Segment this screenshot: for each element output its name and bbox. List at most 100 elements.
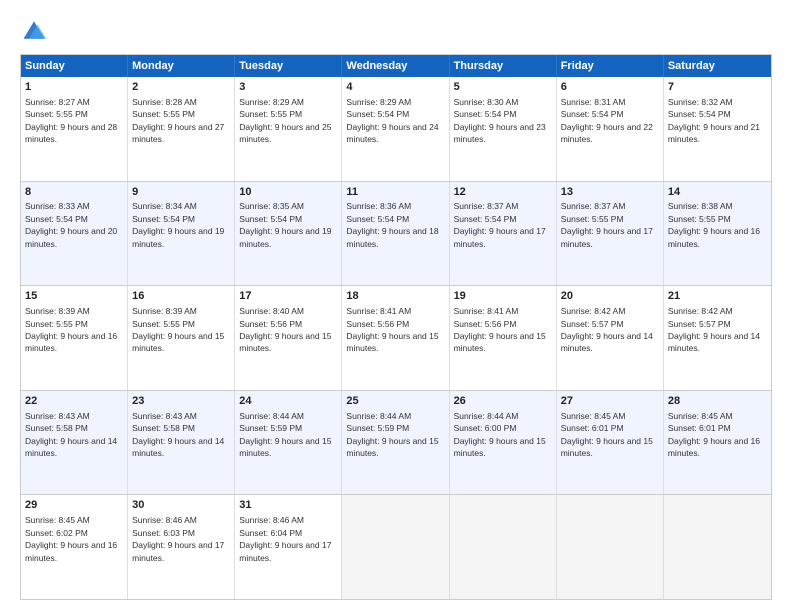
- day-number: 31: [239, 498, 337, 513]
- sunset-text: Sunset: 5:59 PM: [346, 423, 409, 433]
- daylight-text: Daylight: 9 hours and 21 minutes.: [668, 122, 760, 144]
- day-number: 4: [346, 80, 444, 95]
- sunrise-text: Sunrise: 8:42 AM: [668, 306, 733, 316]
- sunset-text: Sunset: 5:55 PM: [25, 319, 88, 329]
- sunset-text: Sunset: 5:57 PM: [668, 319, 731, 329]
- sunrise-text: Sunrise: 8:31 AM: [561, 97, 626, 107]
- header-day-thursday: Thursday: [450, 55, 557, 77]
- header-day-monday: Monday: [128, 55, 235, 77]
- sunrise-text: Sunrise: 8:38 AM: [668, 201, 733, 211]
- day-number: 15: [25, 289, 123, 304]
- daylight-text: Daylight: 9 hours and 17 minutes.: [561, 226, 653, 248]
- sunrise-text: Sunrise: 8:32 AM: [668, 97, 733, 107]
- sunrise-text: Sunrise: 8:45 AM: [561, 411, 626, 421]
- day-cell: 10 Sunrise: 8:35 AM Sunset: 5:54 PM Dayl…: [235, 182, 342, 286]
- sunrise-text: Sunrise: 8:46 AM: [132, 515, 197, 525]
- day-number: 13: [561, 185, 659, 200]
- sunrise-text: Sunrise: 8:39 AM: [25, 306, 90, 316]
- sunrise-text: Sunrise: 8:45 AM: [668, 411, 733, 421]
- daylight-text: Daylight: 9 hours and 19 minutes.: [132, 226, 224, 248]
- empty-cell: [342, 495, 449, 599]
- sunset-text: Sunset: 5:55 PM: [668, 214, 731, 224]
- sunset-text: Sunset: 5:54 PM: [346, 109, 409, 119]
- day-number: 21: [668, 289, 767, 304]
- daylight-text: Daylight: 9 hours and 25 minutes.: [239, 122, 331, 144]
- sunrise-text: Sunrise: 8:45 AM: [25, 515, 90, 525]
- daylight-text: Daylight: 9 hours and 16 minutes.: [25, 331, 117, 353]
- day-number: 24: [239, 394, 337, 409]
- daylight-text: Daylight: 9 hours and 27 minutes.: [132, 122, 224, 144]
- day-number: 9: [132, 185, 230, 200]
- day-cell: 26 Sunrise: 8:44 AM Sunset: 6:00 PM Dayl…: [450, 391, 557, 495]
- sunset-text: Sunset: 5:55 PM: [561, 214, 624, 224]
- sunrise-text: Sunrise: 8:44 AM: [346, 411, 411, 421]
- logo: [20, 16, 52, 44]
- sunset-text: Sunset: 5:54 PM: [454, 214, 517, 224]
- sunrise-text: Sunrise: 8:37 AM: [454, 201, 519, 211]
- day-cell: 9 Sunrise: 8:34 AM Sunset: 5:54 PM Dayli…: [128, 182, 235, 286]
- page: SundayMondayTuesdayWednesdayThursdayFrid…: [0, 0, 792, 612]
- day-number: 12: [454, 185, 552, 200]
- sunrise-text: Sunrise: 8:44 AM: [239, 411, 304, 421]
- sunrise-text: Sunrise: 8:27 AM: [25, 97, 90, 107]
- day-cell: 1 Sunrise: 8:27 AM Sunset: 5:55 PM Dayli…: [21, 77, 128, 181]
- day-cell: 13 Sunrise: 8:37 AM Sunset: 5:55 PM Dayl…: [557, 182, 664, 286]
- sunset-text: Sunset: 5:55 PM: [132, 109, 195, 119]
- daylight-text: Daylight: 9 hours and 14 minutes.: [668, 331, 760, 353]
- day-cell: 8 Sunrise: 8:33 AM Sunset: 5:54 PM Dayli…: [21, 182, 128, 286]
- day-number: 19: [454, 289, 552, 304]
- header-day-tuesday: Tuesday: [235, 55, 342, 77]
- day-number: 17: [239, 289, 337, 304]
- empty-cell: [557, 495, 664, 599]
- day-number: 3: [239, 80, 337, 95]
- header-day-friday: Friday: [557, 55, 664, 77]
- daylight-text: Daylight: 9 hours and 23 minutes.: [454, 122, 546, 144]
- sunset-text: Sunset: 5:55 PM: [239, 109, 302, 119]
- daylight-text: Daylight: 9 hours and 22 minutes.: [561, 122, 653, 144]
- calendar: SundayMondayTuesdayWednesdayThursdayFrid…: [20, 54, 772, 600]
- sunrise-text: Sunrise: 8:33 AM: [25, 201, 90, 211]
- day-cell: 4 Sunrise: 8:29 AM Sunset: 5:54 PM Dayli…: [342, 77, 449, 181]
- day-number: 8: [25, 185, 123, 200]
- daylight-text: Daylight: 9 hours and 18 minutes.: [346, 226, 438, 248]
- calendar-row: 1 Sunrise: 8:27 AM Sunset: 5:55 PM Dayli…: [21, 77, 771, 181]
- day-cell: 5 Sunrise: 8:30 AM Sunset: 5:54 PM Dayli…: [450, 77, 557, 181]
- day-number: 26: [454, 394, 552, 409]
- day-number: 23: [132, 394, 230, 409]
- sunset-text: Sunset: 5:56 PM: [239, 319, 302, 329]
- sunrise-text: Sunrise: 8:41 AM: [454, 306, 519, 316]
- day-number: 22: [25, 394, 123, 409]
- sunset-text: Sunset: 5:56 PM: [454, 319, 517, 329]
- day-number: 10: [239, 185, 337, 200]
- calendar-row: 29 Sunrise: 8:45 AM Sunset: 6:02 PM Dayl…: [21, 494, 771, 599]
- empty-cell: [664, 495, 771, 599]
- calendar-header: SundayMondayTuesdayWednesdayThursdayFrid…: [21, 55, 771, 77]
- calendar-row: 15 Sunrise: 8:39 AM Sunset: 5:55 PM Dayl…: [21, 285, 771, 390]
- daylight-text: Daylight: 9 hours and 17 minutes.: [239, 540, 331, 562]
- sunset-text: Sunset: 6:03 PM: [132, 528, 195, 538]
- day-cell: 17 Sunrise: 8:40 AM Sunset: 5:56 PM Dayl…: [235, 286, 342, 390]
- day-number: 5: [454, 80, 552, 95]
- header-day-saturday: Saturday: [664, 55, 771, 77]
- header-day-wednesday: Wednesday: [342, 55, 449, 77]
- day-number: 6: [561, 80, 659, 95]
- header-day-sunday: Sunday: [21, 55, 128, 77]
- day-number: 2: [132, 80, 230, 95]
- sunset-text: Sunset: 5:54 PM: [454, 109, 517, 119]
- day-cell: 12 Sunrise: 8:37 AM Sunset: 5:54 PM Dayl…: [450, 182, 557, 286]
- sunrise-text: Sunrise: 8:40 AM: [239, 306, 304, 316]
- daylight-text: Daylight: 9 hours and 17 minutes.: [454, 226, 546, 248]
- daylight-text: Daylight: 9 hours and 15 minutes.: [346, 436, 438, 458]
- day-cell: 2 Sunrise: 8:28 AM Sunset: 5:55 PM Dayli…: [128, 77, 235, 181]
- sunrise-text: Sunrise: 8:41 AM: [346, 306, 411, 316]
- daylight-text: Daylight: 9 hours and 15 minutes.: [239, 331, 331, 353]
- sunset-text: Sunset: 6:01 PM: [668, 423, 731, 433]
- day-cell: 20 Sunrise: 8:42 AM Sunset: 5:57 PM Dayl…: [557, 286, 664, 390]
- day-cell: 27 Sunrise: 8:45 AM Sunset: 6:01 PM Dayl…: [557, 391, 664, 495]
- sunrise-text: Sunrise: 8:28 AM: [132, 97, 197, 107]
- sunrise-text: Sunrise: 8:29 AM: [239, 97, 304, 107]
- day-number: 20: [561, 289, 659, 304]
- sunset-text: Sunset: 5:55 PM: [25, 109, 88, 119]
- sunset-text: Sunset: 5:58 PM: [132, 423, 195, 433]
- daylight-text: Daylight: 9 hours and 15 minutes.: [346, 331, 438, 353]
